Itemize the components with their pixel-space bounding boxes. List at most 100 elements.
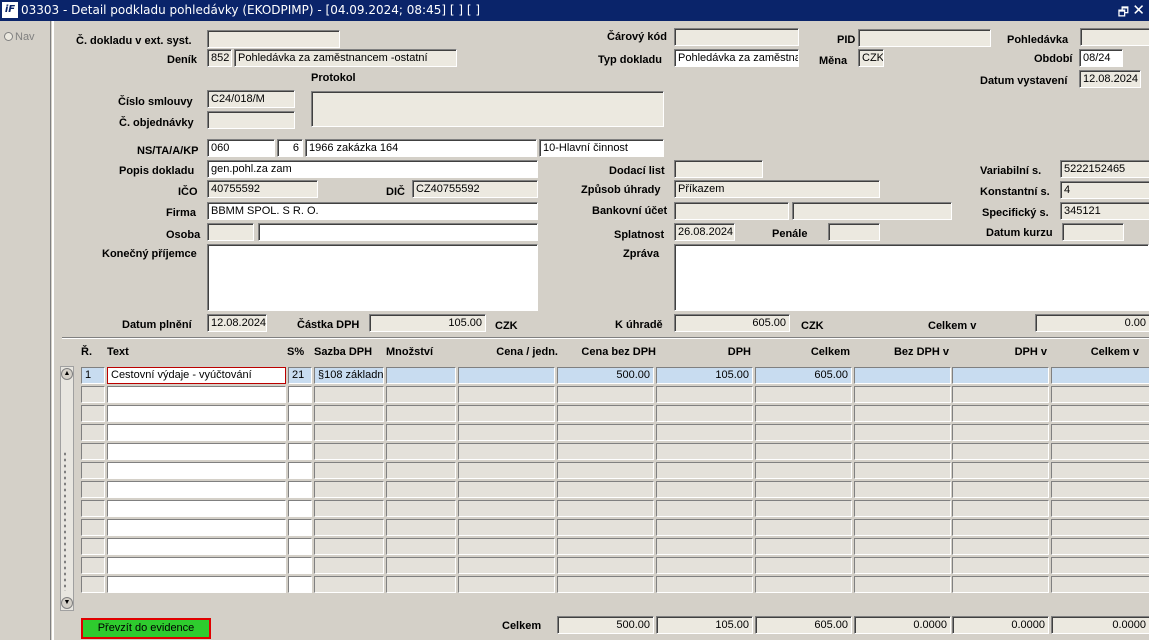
table-cell[interactable] <box>107 557 286 574</box>
journal-name-field[interactable]: Pohledávka za zaměstnancem -ostatní <box>234 49 457 67</box>
table-cell[interactable] <box>81 557 105 574</box>
table-cell[interactable] <box>952 443 1049 460</box>
table-cell[interactable] <box>458 367 555 384</box>
table-cell[interactable]: §108 základní <box>314 367 384 384</box>
person-name-field[interactable] <box>258 223 538 241</box>
table-cell[interactable]: 605.00 <box>755 367 852 384</box>
table-cell[interactable]: Cestovní výdaje - vyúčtování <box>107 367 286 384</box>
table-cell[interactable] <box>386 405 456 422</box>
table-cell[interactable] <box>314 519 384 536</box>
close-window-icon[interactable]: ✕ <box>1132 1 1145 19</box>
table-cell[interactable] <box>288 405 312 422</box>
table-cell[interactable] <box>107 462 286 479</box>
table-cell[interactable] <box>386 500 456 517</box>
table-cell[interactable] <box>314 500 384 517</box>
table-cell[interactable] <box>107 481 286 498</box>
table-cell[interactable] <box>107 519 286 536</box>
table-cell[interactable] <box>557 576 654 593</box>
table-cell[interactable]: 1 <box>81 367 105 384</box>
radio-icon[interactable] <box>4 32 13 41</box>
table-cell[interactable] <box>386 519 456 536</box>
table-cell[interactable] <box>314 424 384 441</box>
currency-field[interactable]: CZK <box>858 49 884 67</box>
table-cell[interactable] <box>952 500 1049 517</box>
table-cell[interactable]: 21 <box>288 367 312 384</box>
table-cell[interactable] <box>458 405 555 422</box>
receivable-field[interactable] <box>1080 28 1149 46</box>
table-cell[interactable] <box>755 481 852 498</box>
table-cell[interactable] <box>557 481 654 498</box>
table-cell[interactable] <box>386 576 456 593</box>
table-cell[interactable] <box>458 519 555 536</box>
table-cell[interactable] <box>557 557 654 574</box>
table-cell[interactable] <box>81 386 105 403</box>
table-cell[interactable] <box>458 538 555 555</box>
table-cell[interactable] <box>386 462 456 479</box>
table-cell[interactable] <box>854 576 951 593</box>
vat-amount-field[interactable]: 105.00 <box>369 314 486 332</box>
table-cell[interactable] <box>81 443 105 460</box>
beneficiary-field[interactable] <box>207 244 538 311</box>
table-cell[interactable] <box>755 557 852 574</box>
table-cell[interactable] <box>81 462 105 479</box>
ta-field[interactable]: 6 <box>277 139 303 157</box>
table-cell[interactable] <box>557 386 654 403</box>
table-cell[interactable] <box>386 424 456 441</box>
table-cell[interactable] <box>656 557 753 574</box>
delivery-field[interactable] <box>674 160 763 178</box>
table-cell[interactable] <box>386 538 456 555</box>
table-cell[interactable] <box>557 462 654 479</box>
table-cell[interactable] <box>81 500 105 517</box>
table-cell[interactable] <box>854 481 951 498</box>
table-cell[interactable] <box>656 386 753 403</box>
table-cell[interactable] <box>557 405 654 422</box>
table-cell[interactable] <box>107 443 286 460</box>
table-cell[interactable] <box>107 538 286 555</box>
table-cell[interactable] <box>755 405 852 422</box>
table-cell[interactable] <box>107 424 286 441</box>
contract-field[interactable]: C24/018/M <box>207 90 295 108</box>
table-cell[interactable] <box>288 500 312 517</box>
table-cell[interactable] <box>854 462 951 479</box>
table-cell[interactable] <box>458 576 555 593</box>
table-cell[interactable] <box>1051 519 1149 536</box>
table-cell[interactable] <box>952 557 1049 574</box>
company-field[interactable]: BBMM SPOL. S R. O. <box>207 202 538 220</box>
table-cell[interactable] <box>557 500 654 517</box>
table-cell[interactable] <box>656 424 753 441</box>
table-cell[interactable] <box>557 519 654 536</box>
table-cell[interactable] <box>952 538 1049 555</box>
table-cell[interactable] <box>952 405 1049 422</box>
table-cell[interactable] <box>107 386 286 403</box>
table-cell[interactable] <box>288 462 312 479</box>
table-cell[interactable] <box>386 557 456 574</box>
table-cell[interactable] <box>81 538 105 555</box>
table-cell[interactable] <box>386 481 456 498</box>
journal-code-field[interactable]: 852 <box>207 49 232 67</box>
period-field[interactable]: 08/24 <box>1079 49 1123 67</box>
table-cell[interactable] <box>458 386 555 403</box>
table-cell[interactable] <box>81 519 105 536</box>
pid-field[interactable] <box>858 29 991 47</box>
table-cell[interactable]: 105.00 <box>656 367 753 384</box>
table-cell[interactable] <box>288 519 312 536</box>
ns-field[interactable]: 060 <box>207 139 275 157</box>
table-cell[interactable] <box>1051 405 1149 422</box>
table-cell[interactable] <box>854 519 951 536</box>
barcode-field[interactable] <box>674 28 799 46</box>
table-cell[interactable] <box>952 424 1049 441</box>
table-cell[interactable] <box>1051 367 1149 384</box>
doc-ext-field[interactable] <box>207 30 340 48</box>
table-cell[interactable] <box>656 405 753 422</box>
table-cell[interactable]: 500.00 <box>557 367 654 384</box>
table-cell[interactable] <box>288 386 312 403</box>
table-cell[interactable] <box>386 443 456 460</box>
rate-date-field[interactable] <box>1062 223 1124 241</box>
table-cell[interactable] <box>314 481 384 498</box>
table-cell[interactable] <box>952 367 1049 384</box>
table-cell[interactable] <box>107 576 286 593</box>
bank-field-1[interactable] <box>674 202 789 220</box>
table-cell[interactable] <box>755 576 852 593</box>
variable-symbol-field[interactable]: 5222152465 <box>1060 160 1149 178</box>
table-cell[interactable] <box>854 500 951 517</box>
